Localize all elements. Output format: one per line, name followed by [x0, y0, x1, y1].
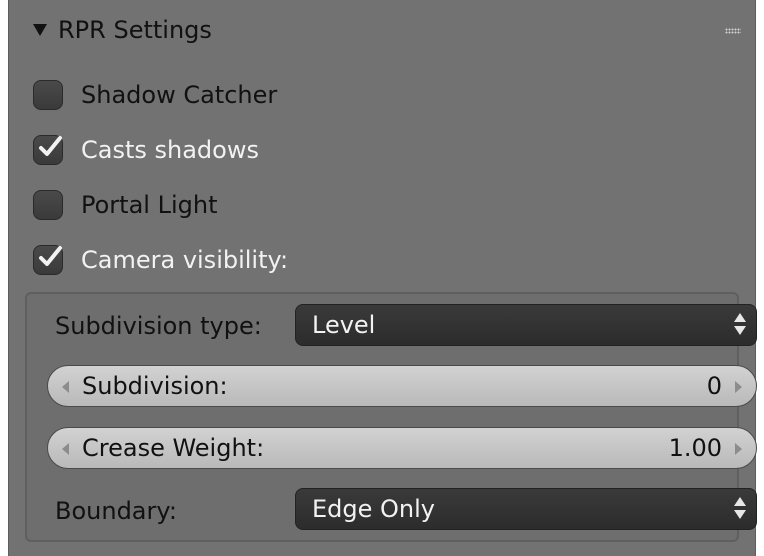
camera-visibility-label: Camera visibility:: [81, 246, 289, 274]
collapse-triangle-icon[interactable]: [33, 24, 47, 36]
camera-visibility-checkbox[interactable]: [33, 245, 63, 275]
panel-header[interactable]: RPR Settings: [9, 0, 755, 60]
boundary-value: Edge Only: [312, 495, 435, 523]
portal-light-label: Portal Light: [81, 191, 218, 219]
crease-weight-field[interactable]: Crease Weight: 1.00: [47, 427, 757, 469]
subdivision-settings-box: Subdivision type: Level Subdivision: 0 C…: [25, 292, 757, 542]
shadow-catcher-label: Shadow Catcher: [81, 81, 278, 109]
up-down-arrows-icon: [734, 497, 746, 521]
portal-light-checkbox[interactable]: [33, 190, 63, 220]
boundary-dropdown[interactable]: Edge Only: [295, 488, 757, 530]
crease-weight-value: 1.00: [668, 434, 722, 462]
increment-arrow-icon[interactable]: [735, 443, 742, 455]
shadow-catcher-checkbox[interactable]: [33, 80, 63, 110]
boundary-label: Boundary:: [55, 497, 177, 525]
checkmark-icon: [39, 246, 62, 266]
subdivision-type-dropdown[interactable]: Level: [295, 304, 757, 346]
checkmark-icon: [39, 136, 62, 156]
subdivision-field[interactable]: Subdivision: 0: [47, 365, 757, 407]
subdivision-value: 0: [706, 372, 722, 400]
subdivision-type-value: Level: [312, 311, 376, 339]
rpr-settings-panel: RPR Settings Shadow Catcher Casts shadow…: [8, 0, 757, 556]
drag-grip-icon[interactable]: [725, 28, 741, 34]
casts-shadows-checkbox[interactable]: [33, 135, 63, 165]
decrement-arrow-icon[interactable]: [62, 443, 69, 455]
subdivision-label: Subdivision:: [82, 372, 228, 400]
up-down-arrows-icon: [734, 313, 746, 337]
increment-arrow-icon[interactable]: [735, 381, 742, 393]
crease-weight-label: Crease Weight:: [82, 434, 265, 462]
casts-shadows-label: Casts shadows: [81, 136, 259, 164]
decrement-arrow-icon[interactable]: [62, 381, 69, 393]
subdivision-type-label: Subdivision type:: [55, 312, 262, 340]
panel-title: RPR Settings: [58, 16, 212, 44]
